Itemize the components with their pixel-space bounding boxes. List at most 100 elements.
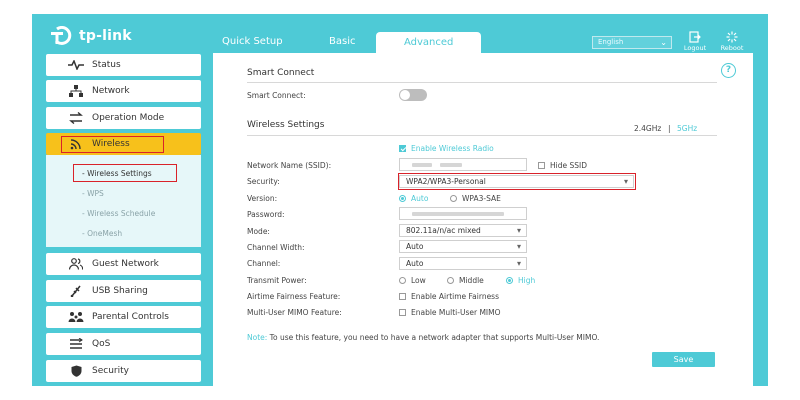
sidebar-item-parental-controls[interactable]: Parental Controls bbox=[46, 306, 201, 328]
version-auto-label: Auto bbox=[411, 194, 429, 203]
channel-width-select[interactable]: Auto ▾ bbox=[399, 240, 527, 253]
tx-low-radio[interactable] bbox=[399, 277, 406, 284]
operation-mode-icon bbox=[66, 112, 86, 124]
network-icon bbox=[66, 85, 86, 97]
note-text: To use this feature, you need to have a … bbox=[269, 333, 600, 342]
sidebar-item-operation-mode[interactable]: Operation Mode bbox=[46, 107, 201, 129]
channel-width-value: Auto bbox=[406, 242, 424, 251]
submenu-onemesh[interactable]: - OneMesh bbox=[82, 229, 122, 238]
submenu-wireless-schedule[interactable]: - Wireless Schedule bbox=[82, 209, 155, 218]
hide-ssid-option[interactable]: Hide SSID bbox=[538, 161, 587, 170]
highlight-security bbox=[398, 173, 636, 190]
logout-label: Logout bbox=[683, 44, 707, 52]
band-separator: | bbox=[668, 124, 671, 133]
logout-button[interactable]: Logout bbox=[681, 31, 709, 52]
version-label: Version: bbox=[247, 194, 278, 203]
version-sae-label: WPA3-SAE bbox=[462, 194, 501, 203]
submenu-wps[interactable]: - WPS bbox=[82, 189, 104, 198]
tx-low-label: Low bbox=[411, 276, 426, 285]
sidebar-item-label: Network bbox=[92, 86, 130, 96]
security-label: Security: bbox=[247, 177, 280, 186]
tx-high-label: High bbox=[518, 276, 536, 285]
sidebar-item-security[interactable]: Security bbox=[46, 360, 201, 382]
brand-name: tp-link bbox=[79, 28, 132, 44]
airtime-option[interactable]: Enable Airtime Fairness bbox=[399, 292, 499, 301]
mode-label: Mode: bbox=[247, 227, 270, 236]
band-2-4ghz[interactable]: 2.4GHz bbox=[634, 124, 661, 133]
sidebar-item-usb-sharing[interactable]: USB Sharing bbox=[46, 280, 201, 302]
ssid-label: Network Name (SSID): bbox=[247, 161, 332, 170]
chevron-down-icon: ▾ bbox=[516, 226, 521, 235]
sidebar-item-label: Guest Network bbox=[92, 259, 159, 269]
hide-ssid-checkbox[interactable] bbox=[538, 162, 545, 169]
tp-link-logo: tp-link bbox=[47, 26, 132, 46]
guest-icon bbox=[66, 258, 86, 270]
tx-low-option[interactable]: Low bbox=[399, 276, 426, 285]
reboot-label: Reboot bbox=[720, 44, 744, 52]
tab-basic[interactable]: Basic bbox=[329, 36, 355, 47]
shield-icon bbox=[66, 365, 86, 377]
qos-icon bbox=[66, 338, 86, 350]
help-icon[interactable]: ? bbox=[721, 63, 736, 78]
chevron-down-icon: ▾ bbox=[516, 242, 521, 251]
divider bbox=[247, 82, 717, 83]
parental-icon bbox=[66, 311, 86, 323]
mumimo-option[interactable]: Enable Multi-User MIMO bbox=[399, 308, 501, 317]
channel-label: Channel: bbox=[247, 259, 281, 268]
smart-connect-toggle[interactable] bbox=[399, 89, 427, 101]
smart-connect-title: Smart Connect bbox=[247, 68, 315, 78]
mumimo-option-label: Enable Multi-User MIMO bbox=[411, 308, 501, 317]
reboot-icon bbox=[726, 31, 738, 43]
language-select[interactable]: English ⌄ bbox=[592, 36, 672, 49]
enable-radio-option[interactable]: Enable Wireless Radio bbox=[399, 144, 494, 153]
version-sae-radio[interactable] bbox=[450, 195, 457, 202]
channel-select[interactable]: Auto ▾ bbox=[399, 257, 527, 270]
reboot-button[interactable]: Reboot bbox=[718, 31, 746, 52]
airtime-option-label: Enable Airtime Fairness bbox=[411, 292, 499, 301]
language-value: English bbox=[598, 38, 624, 46]
sidebar-item-label: Parental Controls bbox=[92, 312, 169, 322]
sidebar-item-label: Operation Mode bbox=[92, 113, 165, 123]
tx-middle-option[interactable]: Middle bbox=[447, 276, 484, 285]
sidebar-item-label: Security bbox=[92, 366, 129, 376]
password-label: Password: bbox=[247, 210, 285, 219]
version-auto-option[interactable]: Auto bbox=[399, 194, 428, 203]
enable-radio-checkbox[interactable] bbox=[399, 145, 406, 152]
channel-width-label: Channel Width: bbox=[247, 243, 305, 252]
pulse-icon bbox=[66, 60, 86, 70]
ssid-input[interactable] bbox=[399, 158, 527, 171]
chevron-down-icon: ▾ bbox=[516, 259, 521, 268]
tx-high-option[interactable]: High bbox=[506, 276, 535, 285]
sidebar-item-network[interactable]: Network bbox=[46, 80, 201, 102]
tx-power-label: Transmit Power: bbox=[247, 276, 307, 285]
version-auto-radio[interactable] bbox=[399, 195, 406, 202]
tab-quick-setup[interactable]: Quick Setup bbox=[222, 36, 283, 47]
password-input[interactable] bbox=[399, 207, 527, 220]
sidebar-item-label: QoS bbox=[92, 339, 111, 349]
mode-value: 802.11a/n/ac mixed bbox=[406, 226, 481, 235]
sidebar-item-guest-network[interactable]: Guest Network bbox=[46, 253, 201, 275]
tab-advanced[interactable]: Advanced bbox=[376, 32, 482, 54]
mumimo-label: Multi-User MIMO Feature: bbox=[247, 308, 342, 317]
tx-high-radio[interactable] bbox=[506, 277, 513, 284]
enable-radio-label: Enable Wireless Radio bbox=[411, 144, 494, 153]
sidebar-item-qos[interactable]: QoS bbox=[46, 333, 201, 355]
version-sae-option[interactable]: WPA3-SAE bbox=[450, 194, 501, 203]
mumimo-checkbox[interactable] bbox=[399, 309, 406, 316]
divider bbox=[247, 135, 717, 136]
logout-icon bbox=[689, 31, 701, 43]
save-button[interactable]: Save bbox=[652, 352, 715, 367]
highlight-wireless-settings bbox=[73, 164, 177, 182]
usb-icon bbox=[66, 285, 86, 297]
tx-middle-radio[interactable] bbox=[447, 277, 454, 284]
airtime-label: Airtime Fairness Feature: bbox=[247, 292, 341, 301]
airtime-checkbox[interactable] bbox=[399, 293, 406, 300]
sidebar-item-status[interactable]: Status bbox=[46, 54, 201, 76]
highlight-wireless bbox=[61, 136, 164, 153]
band-5ghz[interactable]: 5GHz bbox=[677, 124, 697, 133]
sidebar-item-label: USB Sharing bbox=[92, 286, 148, 296]
mode-select[interactable]: 802.11a/n/ac mixed ▾ bbox=[399, 224, 527, 237]
hide-ssid-label: Hide SSID bbox=[550, 161, 587, 170]
wireless-settings-title: Wireless Settings bbox=[247, 120, 325, 130]
smart-connect-label: Smart Connect: bbox=[247, 91, 306, 100]
